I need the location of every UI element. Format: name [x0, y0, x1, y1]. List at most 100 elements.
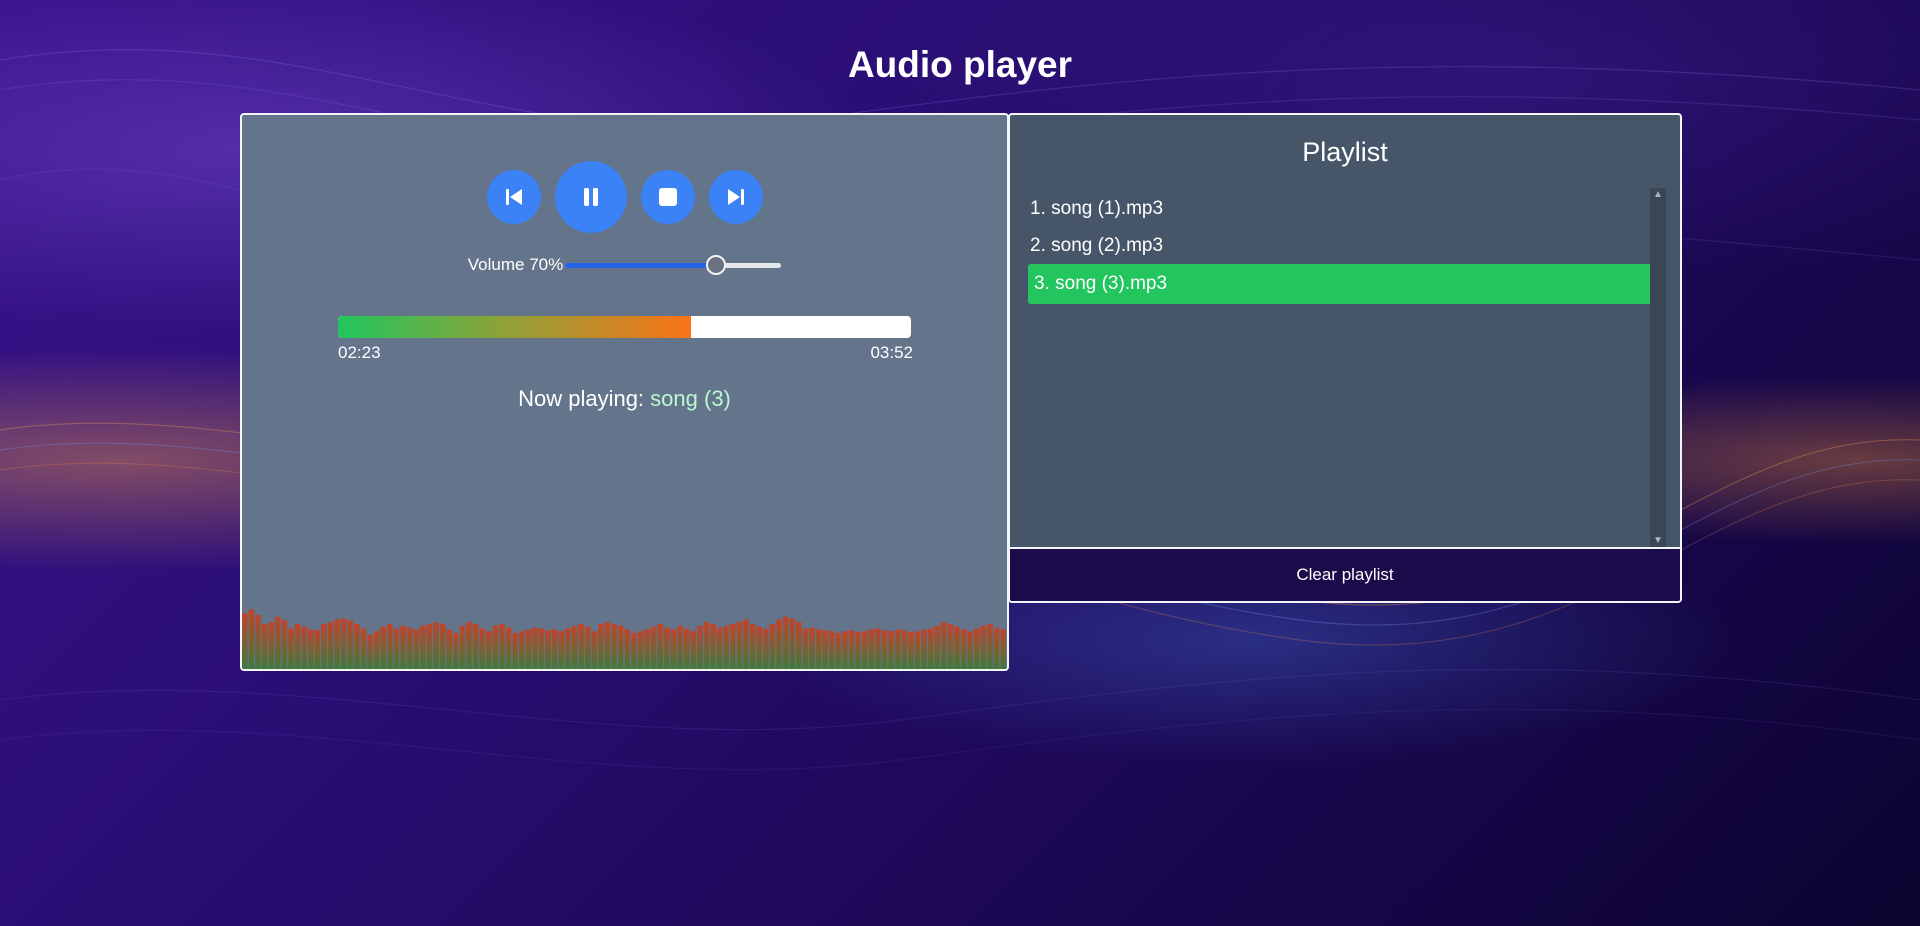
visualizer-bar	[756, 626, 762, 669]
visualizer-bar	[974, 628, 980, 669]
visualizer-bar	[453, 633, 459, 669]
clear-playlist-label: Clear playlist	[1296, 565, 1394, 584]
visualizer-bar	[426, 624, 433, 669]
visualizer-bar	[644, 629, 650, 669]
visualizer-bar	[565, 628, 571, 669]
visualizer-bar	[980, 625, 987, 669]
visualizer-bar	[960, 629, 967, 669]
visualizer-bar	[611, 624, 617, 669]
visualizer-bar	[551, 629, 558, 669]
visualizer-bar	[274, 616, 281, 669]
visualizer-bar	[914, 631, 921, 669]
skip-previous-icon	[505, 189, 522, 205]
playlist-item[interactable]: 1. song (1).mp3	[1028, 190, 1662, 227]
visualizer-bar	[881, 630, 888, 669]
visualizer-bar	[822, 630, 828, 669]
visualizer-bar	[387, 624, 393, 669]
progress-bar-fill	[338, 316, 691, 338]
visualizer-bar	[789, 618, 795, 669]
playlist-scrollbar[interactable]: ▲ ▼	[1650, 188, 1666, 548]
visualizer-bar	[868, 629, 875, 669]
visualizer-bar	[439, 624, 446, 669]
volume-slider[interactable]	[565, 255, 782, 275]
visualizer-bar	[288, 628, 294, 669]
visualizer-bar	[637, 631, 644, 669]
playlist-item[interactable]: 3. song (3).mp3	[1028, 264, 1662, 304]
visualizer-bar	[393, 628, 400, 669]
visualizer-bar	[255, 615, 261, 669]
page-title: Audio player	[847, 44, 1073, 85]
visualizer-bar	[261, 624, 268, 669]
visualizer-bar	[723, 625, 730, 669]
visualizer-bar	[327, 622, 334, 669]
visualizer-bar	[406, 627, 413, 669]
volume-slider-thumb[interactable]	[706, 255, 727, 275]
visualizer-bar	[743, 619, 749, 669]
visualizer-bar	[782, 616, 789, 669]
playlist-panel: Playlist 1. song (1).mp3 2. song (2).mp3…	[1008, 113, 1682, 603]
player-panel: Volume 70% 02:23 03:52 Now playing: song…	[240, 113, 1009, 671]
visualizer-bar	[538, 628, 545, 669]
visualizer-bar	[795, 622, 802, 669]
visualizer-bar	[947, 624, 954, 669]
progress-bar[interactable]	[338, 316, 911, 338]
visualizer-bar	[716, 627, 723, 669]
visualizer-bar	[268, 622, 274, 669]
visualizer-bar	[901, 630, 908, 669]
current-time: 02:23	[338, 343, 381, 362]
visualizer-bar	[446, 629, 453, 669]
scroll-up-icon[interactable]: ▲	[1650, 188, 1666, 202]
visualizer-bar	[294, 624, 301, 669]
visualizer-bar	[525, 629, 532, 669]
visualizer-bar	[954, 626, 960, 669]
visualizer-bar	[888, 631, 894, 669]
visualizer-bar	[373, 631, 380, 669]
next-button[interactable]	[708, 170, 763, 224]
visualizer-bar	[835, 633, 842, 669]
stop-icon	[658, 188, 677, 206]
visualizer-bar	[710, 624, 716, 669]
visualizer-bar	[967, 631, 974, 669]
volume-slider-fill	[565, 262, 717, 268]
visualizer-bar	[670, 629, 677, 669]
visualizer-bar	[367, 634, 373, 669]
visualizer-bar	[1000, 629, 1006, 669]
visualizer-bar	[347, 620, 354, 669]
visualizer-bar	[848, 630, 855, 669]
visualizer-bar	[664, 627, 670, 669]
visualizer-bar	[512, 633, 518, 669]
visualizer-bar	[314, 630, 321, 669]
visualizer-bar	[571, 625, 578, 669]
scroll-down-icon[interactable]: ▼	[1650, 534, 1666, 548]
visualizer-bar	[578, 624, 584, 669]
visualizer-bar	[690, 631, 697, 669]
volume-label: Volume 70%	[467, 255, 564, 274]
visualizer-bar	[993, 627, 1000, 669]
visualizer-bar	[617, 625, 624, 669]
visualizer-bar	[657, 624, 664, 669]
visualizer-bar	[776, 619, 782, 669]
visualizer-bar	[479, 628, 485, 669]
duration-time: 03:52	[870, 343, 913, 362]
visualizer-bar	[875, 628, 881, 669]
clear-playlist-button[interactable]: Clear playlist	[1010, 547, 1680, 601]
visualizer-bar	[281, 620, 288, 669]
visualizer-bar	[591, 631, 598, 669]
visualizer-bar	[736, 622, 743, 669]
playlist-list: 1. song (1).mp3 2. song (2).mp3 3. song …	[1028, 190, 1662, 545]
previous-button[interactable]	[486, 170, 541, 224]
playlist-item[interactable]: 2. song (2).mp3	[1028, 227, 1662, 264]
audio-visualizer	[242, 609, 1006, 669]
visualizer-bar	[307, 629, 314, 669]
pause-button[interactable]	[554, 161, 627, 233]
pause-icon	[583, 188, 598, 206]
visualizer-bar	[360, 628, 367, 669]
visualizer-bar	[762, 628, 769, 669]
visualizer-bar	[248, 609, 255, 669]
visualizer-bar	[842, 631, 848, 669]
now-playing-label: Now playing:	[518, 386, 645, 411]
visualizer-bar	[769, 624, 776, 669]
visualizer-bar	[505, 627, 512, 669]
visualizer-bar	[987, 624, 993, 669]
stop-button[interactable]	[640, 170, 695, 224]
